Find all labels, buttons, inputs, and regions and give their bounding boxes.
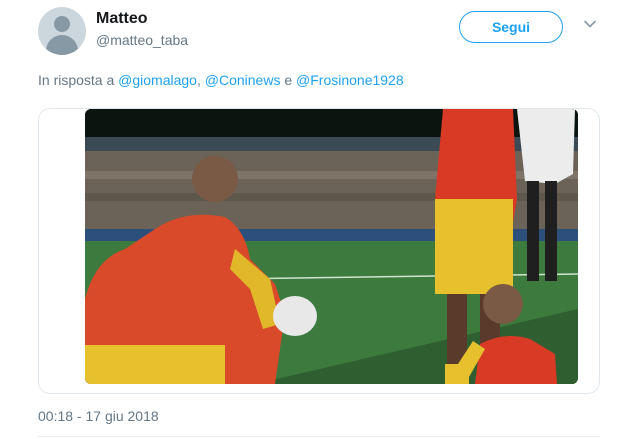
avatar-head-shape [54,16,70,32]
staff-member-leg [527,181,539,281]
divider [38,436,600,437]
mention-link-frosinone1928[interactable]: @Frosinone1928 [296,72,404,88]
ball [273,296,317,336]
user-handle[interactable]: @matteo_taba [96,32,188,48]
staff-member-shirt [517,109,575,184]
reply-context: In risposta a @giomalago, @Coninews e @F… [38,72,404,88]
seated-player-head [483,284,523,324]
avatar-body-shape [46,35,78,55]
mention-separator: , [196,72,201,88]
avatar[interactable] [38,7,86,55]
mention-link-coninews[interactable]: @Coninews [205,72,281,88]
standing-player-shorts [435,199,513,294]
player-head [192,156,238,202]
tweet-timestamp[interactable]: 00:18 - 17 giu 2018 [38,408,159,424]
player-shorts [85,345,225,384]
reply-prefix: In risposta a [38,72,115,88]
follow-button[interactable]: Segui [459,11,563,43]
reply-conjunction: e [284,72,293,88]
staff-member-leg [545,181,557,281]
mention-link-giomalago[interactable]: @giomalago [118,72,197,88]
display-name[interactable]: Matteo [96,10,148,28]
chevron-down-icon[interactable] [583,17,597,31]
embedded-video[interactable] [85,109,578,384]
